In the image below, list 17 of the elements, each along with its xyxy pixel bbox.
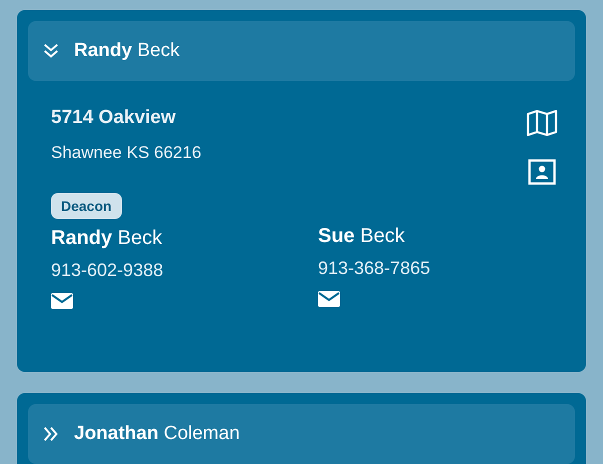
address-line: Shawnee KS 66216 — [51, 143, 202, 163]
address-line: 5714 Oakview — [51, 107, 177, 129]
mail-icon[interactable] — [318, 291, 340, 307]
contact-card-icon[interactable] — [528, 159, 556, 185]
role-badge: Deacon — [51, 193, 122, 219]
map-icon[interactable] — [526, 109, 558, 137]
family-name: Randy Beck — [74, 40, 180, 62]
family-header[interactable]: Randy Beck — [28, 21, 575, 81]
chevron-down-icon — [42, 42, 60, 60]
family-name: Jonathan Coleman — [74, 423, 240, 445]
phone-number[interactable]: 913-602-9388 — [51, 260, 164, 281]
family-header[interactable]: Jonathan Coleman — [28, 404, 575, 464]
mail-icon[interactable] — [51, 293, 73, 309]
phone-number[interactable]: 913-368-7865 — [318, 258, 430, 279]
member-name: Sue Beck — [318, 225, 405, 248]
member-name: Randy Beck — [51, 227, 162, 250]
chevron-right-icon — [42, 425, 60, 443]
